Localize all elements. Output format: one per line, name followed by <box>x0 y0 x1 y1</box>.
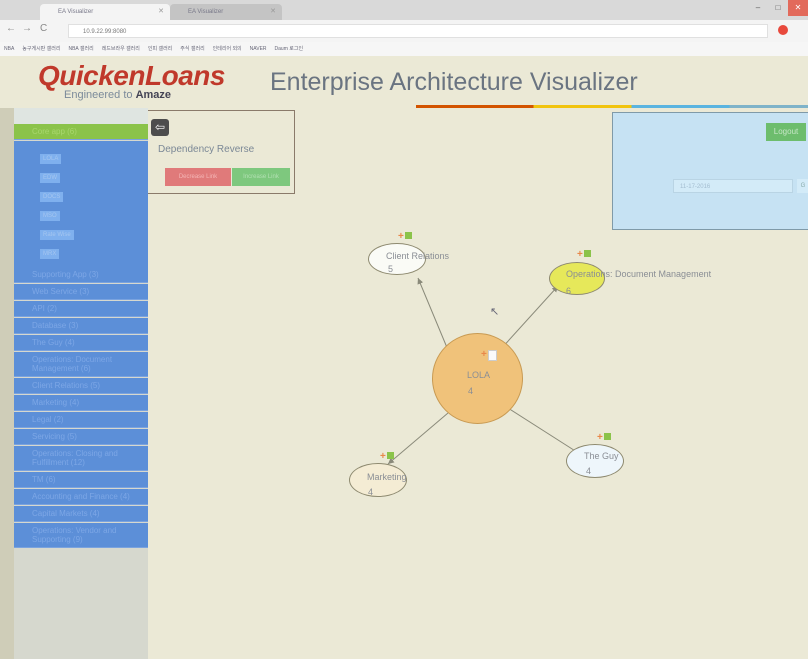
sidebar-item-category[interactable]: Accounting and Finance (4) <box>14 489 148 505</box>
link-icon[interactable] <box>404 232 412 239</box>
node-controls: + <box>398 232 412 242</box>
browser-tab[interactable]: EA Visualizer ✕ <box>170 4 282 20</box>
tagline: Engineered to Amaze <box>64 89 171 101</box>
node-label: Operations: Document Management <box>566 269 712 279</box>
sidebar-item-category[interactable]: Database (3) <box>14 318 148 334</box>
link-icon[interactable] <box>386 452 394 459</box>
expand-icon[interactable]: + <box>597 432 603 443</box>
bookmark-item[interactable]: NBA <box>4 46 14 52</box>
node-count: 5 <box>388 264 394 274</box>
node-controls: + <box>481 350 497 361</box>
node-count: 6 <box>566 286 572 296</box>
forward-icon[interactable]: → <box>22 23 32 34</box>
bookmark-item[interactable]: 인테리어 외의 <box>213 46 242 52</box>
tagline-text: Engineered to <box>64 89 136 101</box>
document-icon[interactable] <box>487 350 497 361</box>
node-count: 4 <box>368 487 374 497</box>
core-app-item[interactable]: MRX <box>40 249 60 259</box>
close-icon[interactable]: ✕ <box>158 4 164 20</box>
edge-marketing <box>387 412 449 465</box>
sidebar-item-category[interactable]: Capital Markets (4) <box>14 506 148 522</box>
sidebar-item-category[interactable]: Client Relations (5) <box>14 378 148 394</box>
node-label: Client Relations <box>386 251 450 261</box>
minimize-icon[interactable]: – <box>748 0 768 16</box>
maximize-icon[interactable]: □ <box>768 0 788 16</box>
graph-node-the-guy[interactable] <box>566 444 624 478</box>
sidebar-item-category[interactable]: The Guy (4) <box>14 335 148 351</box>
browser-tab-active[interactable]: EA Visualizer ✕ <box>40 4 170 20</box>
node-label: Marketing <box>367 472 407 482</box>
node-count: 4 <box>468 386 474 396</box>
back-icon[interactable]: ← <box>6 23 16 34</box>
reload-icon[interactable]: C <box>40 23 47 34</box>
window-controls: – □ ✕ <box>748 0 808 16</box>
tab-title: EA Visualizer <box>58 9 94 15</box>
sidebar-item-category[interactable]: Web Service (3) <box>14 284 148 300</box>
mouse-cursor-icon: ↖ <box>490 306 500 318</box>
expand-icon[interactable]: + <box>380 451 386 462</box>
link-icon[interactable] <box>583 250 591 257</box>
bookmarks-bar: NBA 농구게시판 갤러리 NBA 갤러리 레드브라우 갤러리 인피 갤러리 주식 갤러리… <box>0 42 808 57</box>
sidebar-item-category[interactable]: Operations: Closing and Fulfillment (12) <box>14 446 148 471</box>
bookmark-item[interactable]: 레드브라우 갤러리 <box>102 46 140 52</box>
browser-menu-icon[interactable] <box>778 25 788 35</box>
back-arrow-icon[interactable]: ⇦ <box>151 119 169 136</box>
node-label: The Guy <box>584 451 619 461</box>
close-icon[interactable]: ✕ <box>270 4 276 20</box>
mode-label: Dependency Reverse <box>158 144 255 155</box>
sidebar-item-category[interactable]: Marketing (4) <box>14 395 148 411</box>
node-count: 4 <box>586 466 592 476</box>
address-bar: ← → C 10.9.22.99:8080 <box>0 20 808 42</box>
increase-link-button[interactable]: Increase Link <box>232 168 290 186</box>
bookmark-item[interactable]: NBA 갤러리 <box>68 46 93 52</box>
url-input[interactable]: 10.9.22.99:8080 <box>68 24 768 38</box>
edge-the-guy <box>507 407 581 455</box>
user-panel: Logout 11-17-2016 G <box>612 112 808 230</box>
node-controls: + <box>597 433 611 443</box>
page-title: Enterprise Architecture Visualizer <box>270 68 638 96</box>
core-app-list: LOLA EDW DOCS MSO Rate Wise MRX <box>14 141 148 267</box>
bookmark-item[interactable]: 농구게시판 갤러리 <box>22 46 60 52</box>
page-header: QuickenLoans Engineered to Amaze Enterpr… <box>0 56 808 108</box>
node-controls: + <box>380 452 394 462</box>
core-app-item[interactable]: DOCS <box>40 192 64 202</box>
bookmark-item[interactable]: NAVER <box>250 46 267 52</box>
core-app-item[interactable]: EDW <box>40 173 60 183</box>
category-list: Supporting App (3) Web Service (3) API (2)… <box>14 267 148 548</box>
decrease-link-button[interactable]: Decrease Link <box>165 168 231 186</box>
core-app-item[interactable]: LOLA <box>40 154 62 164</box>
edge-operations <box>499 285 559 351</box>
node-controls: + <box>577 250 591 260</box>
date-go-button[interactable]: G <box>797 179 808 193</box>
sidebar-item-category[interactable]: Operations: Document Management (6) <box>14 352 148 377</box>
node-label: LOLA <box>467 370 491 380</box>
sidebar-item-category[interactable]: TM (6) <box>14 472 148 488</box>
logout-button[interactable]: Logout <box>766 123 806 141</box>
sidebar-item-category[interactable]: Legal (2) <box>14 412 148 428</box>
link-icon[interactable] <box>603 433 611 440</box>
tab-title: EA Visualizer <box>188 9 224 15</box>
sidebar-item-category[interactable]: Servicing (5) <box>14 429 148 445</box>
expand-icon[interactable]: + <box>398 231 404 242</box>
edge-client-relations <box>417 277 449 351</box>
expand-icon[interactable]: + <box>577 249 583 260</box>
core-app-item[interactable]: MSO <box>40 211 60 221</box>
logo[interactable]: QuickenLoans <box>38 60 225 92</box>
expand-icon[interactable]: + <box>481 349 487 360</box>
sidebar-item-core-app[interactable]: Core app (6) <box>14 124 148 140</box>
bookmark-item[interactable]: Daum 로그인 <box>275 46 304 52</box>
bookmark-item[interactable]: 주식 갤러리 <box>180 46 204 52</box>
sidebar: Core app (6) LOLA EDW DOCS MSO Rate Wise MRX … <box>14 108 148 659</box>
sidebar-item-category[interactable]: Operations: Vendor and Supporting (9) <box>14 523 148 548</box>
bookmark-item[interactable]: 인피 갤러리 <box>148 46 172 52</box>
sidebar-item-category[interactable]: API (2) <box>14 301 148 317</box>
date-input[interactable]: 11-17-2016 <box>673 179 793 193</box>
core-app-item[interactable]: Rate Wise <box>40 230 74 240</box>
close-window-icon[interactable]: ✕ <box>788 0 808 16</box>
tagline-bold: Amaze <box>135 89 172 101</box>
sidebar-item-category[interactable]: Supporting App (3) <box>14 267 148 283</box>
browser-tabbar: EA Visualizer ✕ EA Visualizer ✕ – □ ✕ <box>0 0 808 20</box>
control-panel: ⇦ Dependency Reverse Decrease Link Incre… <box>148 110 295 194</box>
sidebar-top <box>14 108 148 124</box>
